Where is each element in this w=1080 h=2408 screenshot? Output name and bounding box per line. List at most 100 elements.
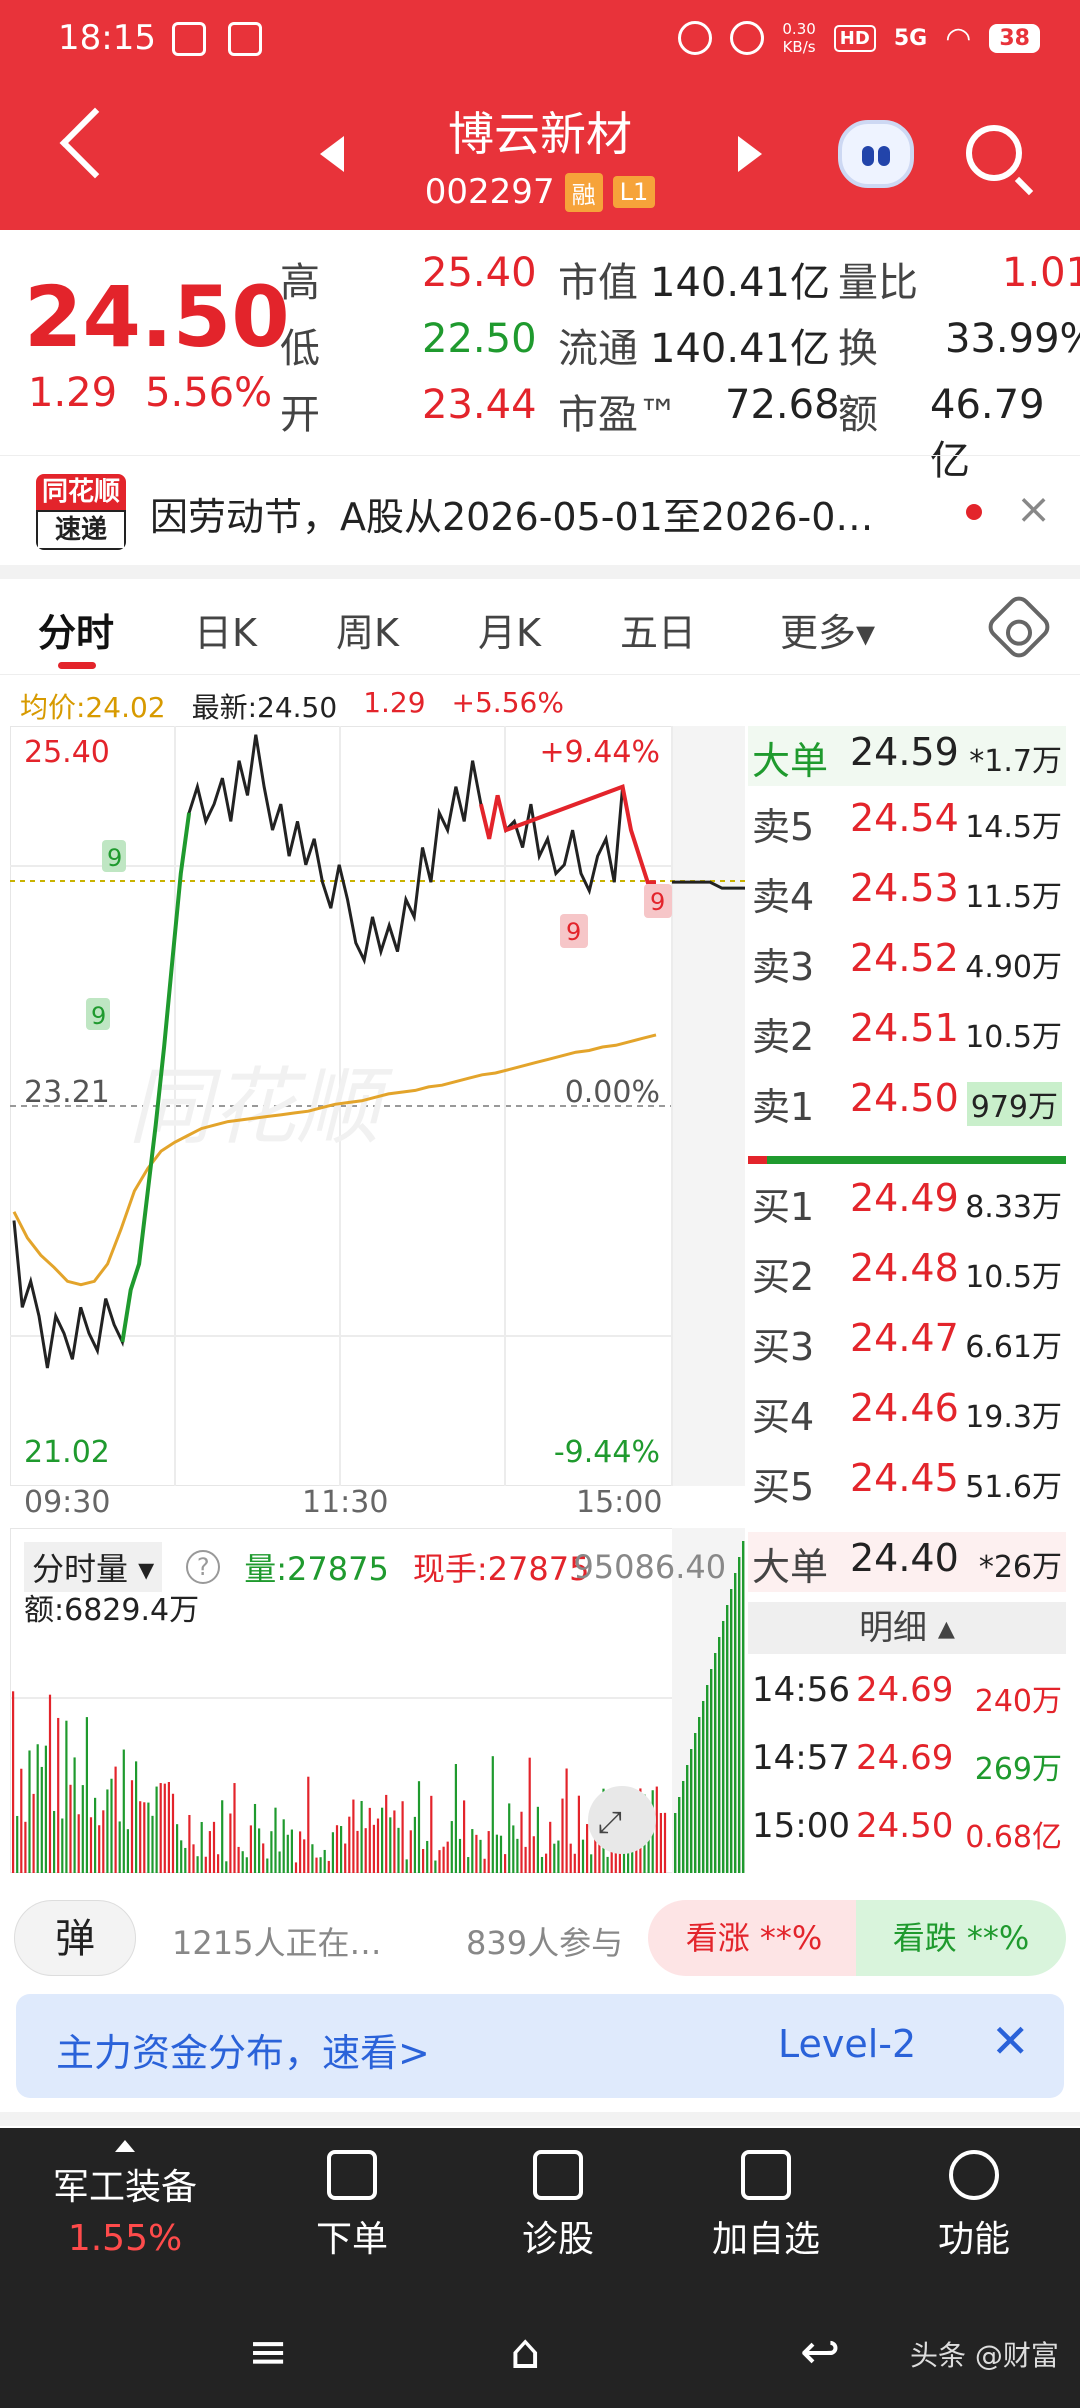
close-icon[interactable]: ✕ — [991, 2014, 1030, 2068]
promo-banner[interactable]: 主力资金分布，速看> Level-2 ✕ — [16, 1994, 1064, 2098]
danmaku-button[interactable]: 弹 — [14, 1900, 136, 1976]
bear-vote-button[interactable]: 看跌 **% — [856, 1900, 1066, 1976]
sector-button[interactable]: 军工装备 1.55% — [20, 2140, 230, 2259]
volume-bar — [698, 1717, 701, 1873]
tab-monthly-k[interactable]: 月K — [478, 602, 541, 657]
bid-row[interactable]: 买2 24.48 10.5万 — [748, 1242, 1066, 1302]
watching-count[interactable]: 1215人正在… — [172, 1918, 381, 1964]
banner-text[interactable]: 主力资金分布，速看> — [56, 2022, 430, 2077]
volume-bar — [458, 1838, 462, 1873]
volume-bar — [348, 1816, 351, 1873]
back-icon[interactable]: ↩ — [800, 2324, 840, 2380]
big-order-volume: *26万 — [978, 1550, 1062, 1585]
ask-row[interactable]: 卖2 24.51 10.5万 — [748, 1002, 1066, 1062]
news-text[interactable]: 因劳动节，A股从2026-05-01至2026-0… — [150, 486, 970, 541]
volume-bar — [24, 1821, 27, 1873]
volume-bar — [471, 1829, 474, 1873]
after-hours-area — [672, 726, 745, 1486]
volume-bar — [217, 1854, 220, 1873]
function-button[interactable]: 功能 — [884, 2150, 1064, 2262]
next-stock-icon[interactable] — [738, 136, 762, 172]
volume-bar — [356, 1830, 359, 1873]
tab-five-day[interactable]: 五日 — [620, 602, 696, 657]
tab-more[interactable]: 更多▾ — [780, 602, 875, 657]
volume-bar — [528, 1757, 531, 1873]
divider — [0, 2112, 1080, 2126]
bid-row[interactable]: 买4 24.46 19.3万 — [748, 1382, 1066, 1442]
app-header: 博云新材 002297 融 L1 — [0, 80, 1080, 230]
big-order-top[interactable]: 大单 24.59 *1.7万 — [748, 726, 1066, 786]
level-volume: 14.5万 — [965, 810, 1062, 845]
volume-bar — [307, 1776, 310, 1873]
value-open: 23.44 — [422, 382, 537, 428]
plus-icon — [741, 2150, 791, 2200]
volume-bar — [565, 1768, 568, 1873]
settings-icon[interactable] — [983, 591, 1055, 663]
volume-bar — [475, 1834, 478, 1873]
volume-bar — [483, 1858, 486, 1873]
volume-bar — [180, 1840, 183, 1873]
volume-bar — [536, 1806, 539, 1873]
diagnose-button[interactable]: 诊股 — [468, 2150, 648, 2262]
tab-indicator — [58, 662, 96, 669]
robot-assistant-icon[interactable] — [838, 120, 914, 188]
volume-bar — [65, 1720, 68, 1873]
volume-amount: 额:6829.4万 — [24, 1593, 200, 1628]
bid-row[interactable]: 买5 24.45 51.6万 — [748, 1452, 1066, 1512]
volume-bar — [491, 1756, 494, 1873]
status-bar: 18:15 0.30 KB/s HD 5G ◠ 38 — [0, 0, 1080, 80]
add-watchlist-button[interactable]: 加自选 — [676, 2150, 856, 2262]
ask-row[interactable]: 卖1 24.50 979万 — [748, 1072, 1066, 1132]
current-price: 24.50 — [24, 268, 290, 366]
latest-price: 最新:24.50 — [191, 691, 338, 724]
volume-bar — [376, 1818, 380, 1873]
volume-bar — [53, 1810, 56, 1873]
detail-toggle[interactable]: 明细 ▴ — [748, 1602, 1066, 1654]
volume-bar — [549, 1821, 552, 1873]
label-float: 流通 — [558, 326, 638, 372]
tab-daily-k[interactable]: 日K — [194, 602, 257, 657]
big-order-price: 24.59 — [850, 730, 959, 774]
volume-bar — [730, 1589, 733, 1873]
volume-bar — [32, 1793, 35, 1873]
recents-icon[interactable]: ≡ — [248, 2324, 288, 2380]
ask-row[interactable]: 卖5 24.54 14.5万 — [748, 792, 1066, 852]
volume-bar — [340, 1826, 343, 1873]
volume-bar — [405, 1859, 408, 1873]
ask-row[interactable]: 卖3 24.52 4.90万 — [748, 932, 1066, 992]
volume-bar — [40, 1766, 43, 1873]
chart-tabs: 分时 日K 周K 月K 五日 更多▾ — [0, 580, 1080, 675]
order-button[interactable]: 下单 — [262, 2150, 442, 2262]
tab-weekly-k[interactable]: 周K — [336, 602, 399, 657]
volume-bar — [81, 1785, 84, 1873]
volume-bar — [678, 1797, 681, 1873]
help-icon[interactable]: ? — [186, 1550, 221, 1584]
volume-bar — [352, 1799, 355, 1873]
intraday-chart[interactable]: 同花顺 9 9 9 9 25.40 23.21 21.02 +9.44% 0.0… — [10, 726, 745, 1486]
volume-bar — [233, 1783, 236, 1873]
volume-bar — [573, 1853, 576, 1873]
search-icon[interactable] — [966, 125, 1022, 181]
volume-bar — [212, 1821, 216, 1873]
volume-bar — [690, 1749, 693, 1873]
close-icon[interactable]: × — [1016, 484, 1051, 533]
label-open: 开 — [280, 392, 320, 438]
ask-row[interactable]: 卖4 24.53 11.5万 — [748, 862, 1066, 922]
tab-intraday[interactable]: 分时 — [38, 602, 114, 657]
volume-bar — [360, 1800, 363, 1873]
home-icon[interactable]: ⌂ — [510, 2324, 540, 2380]
volume-bar — [28, 1750, 31, 1873]
news-ticker[interactable]: 同花顺 速递 因劳动节，A股从2026-05-01至2026-0… × — [0, 455, 1080, 565]
x-tick-label: 15:00 — [576, 1485, 663, 1520]
volume-bar — [417, 1781, 421, 1873]
bid-row[interactable]: 买3 24.47 6.61万 — [748, 1312, 1066, 1372]
label-pe: 市盈™ — [558, 392, 678, 438]
bull-vote-button[interactable]: 看涨 **% — [648, 1900, 860, 1976]
volume-bar — [258, 1828, 261, 1873]
bid-row[interactable]: 买1 24.49 8.33万 — [748, 1172, 1066, 1232]
volume-bar — [516, 1838, 519, 1873]
sector-name: 军工装备 — [52, 2167, 197, 2208]
big-order-bottom[interactable]: 大单 24.40 *26万 — [748, 1532, 1066, 1592]
joined-count: 839人参与 — [466, 1924, 624, 1962]
volume-bar — [262, 1843, 265, 1873]
